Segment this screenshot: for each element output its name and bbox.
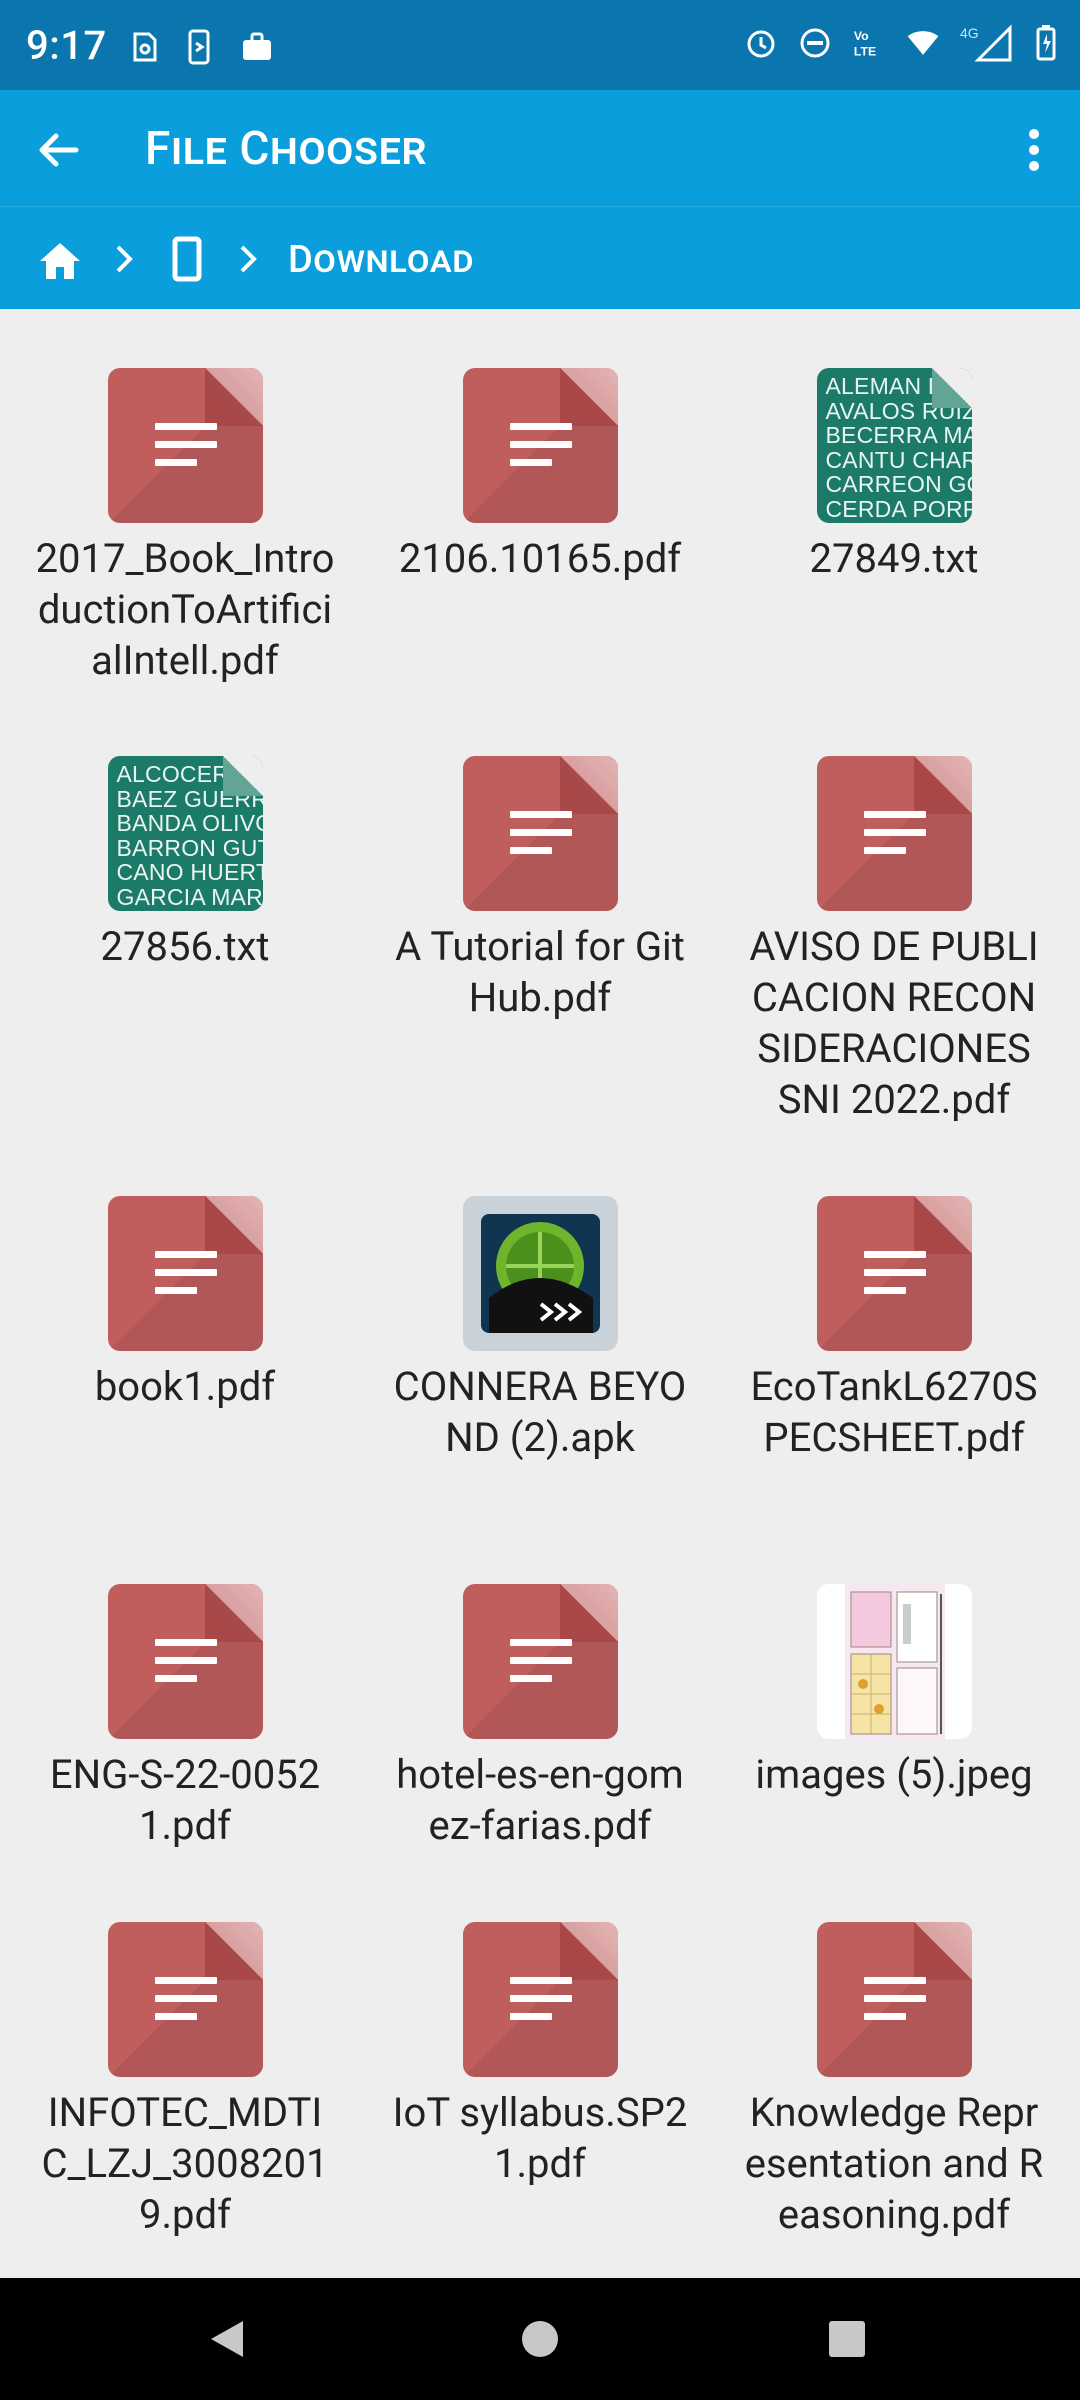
work-briefcase-icon [240, 28, 274, 66]
pdf-file-icon [462, 1584, 618, 1739]
home-icon [40, 243, 80, 279]
nav-home-icon [522, 2321, 558, 2357]
chevron-right-icon [228, 237, 268, 281]
back-button[interactable] [22, 114, 94, 186]
breadcrumb-device[interactable] [164, 233, 210, 285]
pdf-file-icon [816, 756, 972, 911]
file-name: AVISO DE PUBLICACION RECONSIDERACIONES S… [749, 923, 1039, 1123]
file-name: EcoTankL6270SPECSHEET.pdf [750, 1363, 1038, 1461]
file-name: 2106.10165.pdf [398, 535, 682, 582]
file-item[interactable]: ENG-S-22-00521.pdf [25, 1584, 345, 1851]
volte-icon: Vo LTE [852, 24, 886, 62]
file-name: ENG-S-22-00521.pdf [49, 1751, 321, 1849]
file-item[interactable]: CONNERA BEYOND (2).apk [380, 1196, 700, 1463]
sim-settings-icon [128, 28, 162, 66]
file-grid: 2017_Book_IntroductionToArtificialIntell… [0, 308, 1080, 2278]
nav-recents-icon [829, 2321, 865, 2357]
battery-icon [1034, 24, 1058, 62]
phone-device-icon [172, 236, 202, 282]
4g-signal-icon: 4G [960, 24, 1014, 62]
pdf-file-icon [107, 368, 263, 523]
pdf-file-icon [107, 1922, 263, 2077]
file-item[interactable]: hotel-es-en-gomez-farias.pdf [380, 1584, 700, 1851]
file-item[interactable]: EcoTankL6270SPECSHEET.pdf [734, 1196, 1054, 1463]
status-bar: 9:17 Vo LTE 4G [0, 0, 1080, 90]
file-name: 27856.txt [100, 923, 270, 970]
file-name: IoT syllabus.SP21.pdf [392, 2089, 688, 2187]
page-title: File Chooser [145, 122, 428, 176]
file-item[interactable]: AVISO DE PUBLICACION RECONSIDERACIONES S… [734, 756, 1054, 1125]
file-item[interactable]: ALEMAN D AVALOS RUIZ BECERRA MA CANTU CHAR… [734, 368, 1054, 584]
file-name: hotel-es-en-gomez-farias.pdf [396, 1751, 684, 1849]
svg-text:LTE: LTE [854, 44, 876, 58]
breadcrumb-home[interactable] [34, 235, 86, 287]
pdf-file-icon [107, 1584, 263, 1739]
txt-preview-thumbnail: ALCOCER M BAEZ GUERR BANDA OLIVO BARRON GU… [107, 756, 263, 911]
file-name: A Tutorial for GitHub.pdf [395, 923, 685, 1021]
nav-back-button[interactable] [196, 2308, 258, 2370]
navigation-bar [0, 2278, 1080, 2400]
image-thumbnail [816, 1584, 972, 1739]
pdf-file-icon [107, 1196, 263, 1351]
file-item[interactable]: ALCOCER M BAEZ GUERR BANDA OLIVO BARRON GU… [25, 756, 345, 972]
pdf-file-icon [462, 1922, 618, 2077]
svg-text:4G: 4G [960, 25, 979, 41]
nav-back-icon [211, 2321, 243, 2357]
file-item[interactable]: A Tutorial for GitHub.pdf [380, 756, 700, 1023]
file-item[interactable]: Knowledge Representation and Reasoning.p… [734, 1922, 1054, 2240]
more-vert-icon [1029, 129, 1039, 171]
arrow-back-icon [39, 133, 79, 167]
breadcrumb-current[interactable]: Download [288, 237, 474, 283]
pdf-file-icon [462, 368, 618, 523]
txt-preview-thumbnail: ALEMAN D AVALOS RUIZ BECERRA MA CANTU CHAR… [816, 368, 972, 523]
file-item[interactable]: 2017_Book_IntroductionToArtificialIntell… [25, 368, 345, 686]
status-time: 9:17 [26, 22, 107, 69]
phone-sync-icon [184, 28, 218, 66]
do-not-disturb-icon [798, 24, 832, 62]
file-name: 2017_Book_IntroductionToArtificialIntell… [35, 535, 335, 684]
app-bar: File Chooser [0, 90, 1080, 206]
file-name: 27849.txt [809, 535, 979, 582]
file-name: INFOTEC_MDTIC_LZJ_30082019.pdf [41, 2089, 329, 2238]
nav-recents-button[interactable] [816, 2308, 878, 2370]
file-name: CONNERA BEYOND (2).apk [393, 1363, 687, 1461]
chevron-right-icon [104, 237, 144, 281]
file-name: book1.pdf [94, 1363, 276, 1410]
wifi-icon [906, 24, 940, 62]
svg-text:Vo: Vo [854, 29, 869, 43]
file-name: Knowledge Representation and Reasoning.p… [744, 2089, 1044, 2238]
more-options-button[interactable] [998, 114, 1070, 186]
file-item[interactable]: images (5).jpeg [734, 1584, 1054, 1800]
file-item[interactable]: INFOTEC_MDTIC_LZJ_30082019.pdf [25, 1922, 345, 2240]
file-name: images (5).jpeg [755, 1751, 1033, 1798]
apk-app-icon [462, 1196, 618, 1351]
pdf-file-icon [462, 756, 618, 911]
file-item[interactable]: IoT syllabus.SP21.pdf [380, 1922, 700, 2189]
pdf-file-icon [816, 1196, 972, 1351]
pdf-file-icon [816, 1922, 972, 2077]
file-item[interactable]: book1.pdf [25, 1196, 345, 1412]
file-item[interactable]: 2106.10165.pdf [380, 368, 700, 584]
alarm-icon [744, 24, 778, 62]
breadcrumb: Download [0, 206, 1080, 309]
nav-home-button[interactable] [509, 2308, 571, 2370]
